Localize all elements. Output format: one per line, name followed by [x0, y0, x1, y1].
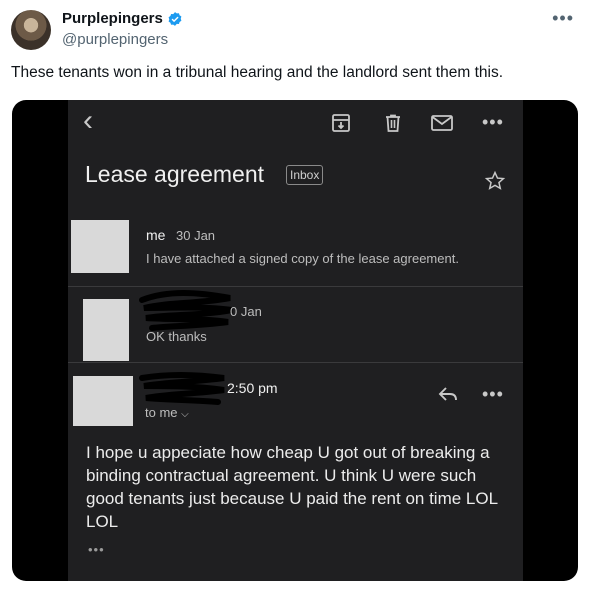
message-sender: me — [146, 227, 166, 243]
author-name-row[interactable]: Purplepingers — [62, 10, 183, 27]
verified-badge-icon — [168, 11, 182, 26]
author-avatar[interactable] — [11, 10, 51, 50]
divider — [68, 362, 523, 363]
reply-icon[interactable] — [436, 384, 460, 404]
recipient-dropdown[interactable]: to me ⌵ — [145, 405, 189, 420]
message-date: 30 Jan — [176, 228, 216, 243]
trash-icon[interactable] — [383, 113, 403, 133]
archive-icon[interactable] — [331, 113, 351, 133]
divider — [68, 286, 523, 287]
email-subject: Lease agreement — [85, 161, 265, 187]
email-screenshot: ‹ ••• Lease agreement Inbox me 30 Jan I … — [68, 100, 523, 581]
message-date-partial: 0 Jan — [230, 304, 262, 319]
redaction-scribble — [139, 290, 233, 331]
tweet-more-icon[interactable]: ••• — [552, 8, 574, 29]
expand-quoted-dots-icon[interactable]: ••• — [88, 542, 105, 557]
recipient-label: to me — [145, 405, 178, 420]
sender-avatar-placeholder[interactable] — [83, 299, 129, 361]
more-horizontal-icon[interactable]: ••• — [482, 384, 504, 405]
message-body: I hope u appeciate how cheap U got out o… — [86, 443, 498, 531]
inbox-label-badge[interactable]: Inbox — [286, 165, 324, 185]
chevron-left-icon[interactable]: ‹ — [83, 106, 93, 136]
star-icon[interactable] — [484, 170, 506, 192]
sender-avatar-placeholder[interactable] — [73, 376, 133, 426]
redaction-scribble — [139, 372, 225, 405]
message-time: 2:50 pm — [227, 380, 278, 396]
chevron-down-icon: ⌵ — [181, 409, 189, 420]
tweet-text: These tenants won in a tribunal hearing … — [11, 64, 504, 81]
mail-icon[interactable] — [430, 113, 454, 133]
author-name[interactable]: Purplepingers — [62, 10, 163, 27]
author-handle[interactable]: @purplepingers — [62, 31, 168, 48]
message-snippet[interactable]: OK thanks — [146, 329, 207, 344]
sender-avatar-placeholder[interactable] — [71, 220, 129, 273]
more-horizontal-icon[interactable]: ••• — [482, 112, 504, 133]
message-snippet[interactable]: I have attached a signed copy of the lea… — [146, 251, 459, 266]
tweet-media-image[interactable]: ‹ ••• Lease agreement Inbox me 30 Jan I … — [12, 100, 578, 581]
